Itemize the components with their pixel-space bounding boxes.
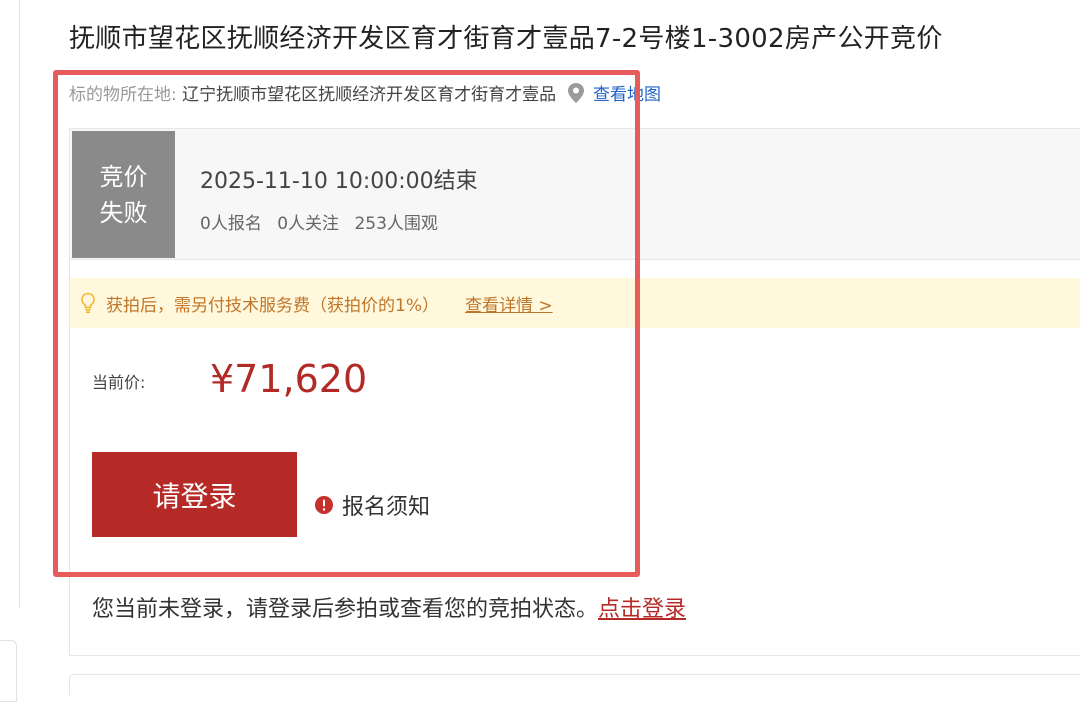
location-label: 标的物所在地: [69, 85, 177, 105]
status-badge-line1: 竞价 [99, 162, 148, 191]
exclamation-circle-icon [314, 495, 334, 515]
auction-panel: 竞价 失败 2025-11-10 10:00:00结束 0人报名 0人关注 25… [69, 128, 1080, 656]
status-badge: 竞价 失败 [72, 131, 175, 258]
status-badge-line2: 失败 [99, 198, 148, 227]
click-login-link[interactable]: 点击登录 [598, 597, 686, 622]
current-price-label: 当前价: [92, 373, 146, 392]
registration-notice-label: 报名须知 [342, 495, 431, 520]
current-price-value: ¥71,620 [210, 357, 368, 401]
location-value: 辽宁抚顺市望花区抚顺经济开发区育才街育才壹品 [182, 85, 557, 105]
login-hint: 您当前未登录，请登录后参拍或查看您的竞拍状态。点击登录 [92, 591, 686, 623]
lightbulb-icon [80, 292, 96, 314]
service-fee-text: 获拍后，需另付技术服务费（获拍价的1%） [106, 295, 439, 316]
follower-count: 0人关注 [277, 214, 340, 234]
service-fee-notice: 获拍后，需另付技术服务费（获拍价的1%） 查看详情 > [70, 278, 1080, 328]
end-time: 2025-11-10 10:00:00结束 [200, 169, 478, 194]
view-details-link[interactable]: 查看详情 > [465, 291, 553, 316]
login-hint-text: 您当前未登录，请登录后参拍或查看您的竞拍状态。 [92, 597, 599, 622]
signup-count: 0人报名 [200, 214, 262, 234]
auction-stats: 0人报名 0人关注 253人围观 [200, 209, 448, 234]
page-title: 抚顺市望花区抚顺经济开发区育才街育才壹品7-2号楼1-3002房产公开竞价 [69, 24, 943, 54]
status-strip: 竞价 失败 2025-11-10 10:00:00结束 0人报名 0人关注 25… [70, 129, 1080, 260]
registration-notice-link[interactable]: 报名须知 [314, 489, 430, 521]
map-pin-icon [567, 83, 584, 108]
left-sidebar-edge [0, 0, 20, 608]
location-row: 标的物所在地: 辽宁抚顺市望花区抚顺经济开发区育才街育才壹品 查看地图 [69, 80, 661, 108]
viewer-count: 253人围观 [354, 214, 438, 234]
left-card-edge [0, 640, 17, 702]
login-button[interactable]: 请登录 [92, 452, 297, 537]
view-map-link[interactable]: 查看地图 [593, 85, 661, 105]
next-card-edge [69, 674, 1080, 695]
